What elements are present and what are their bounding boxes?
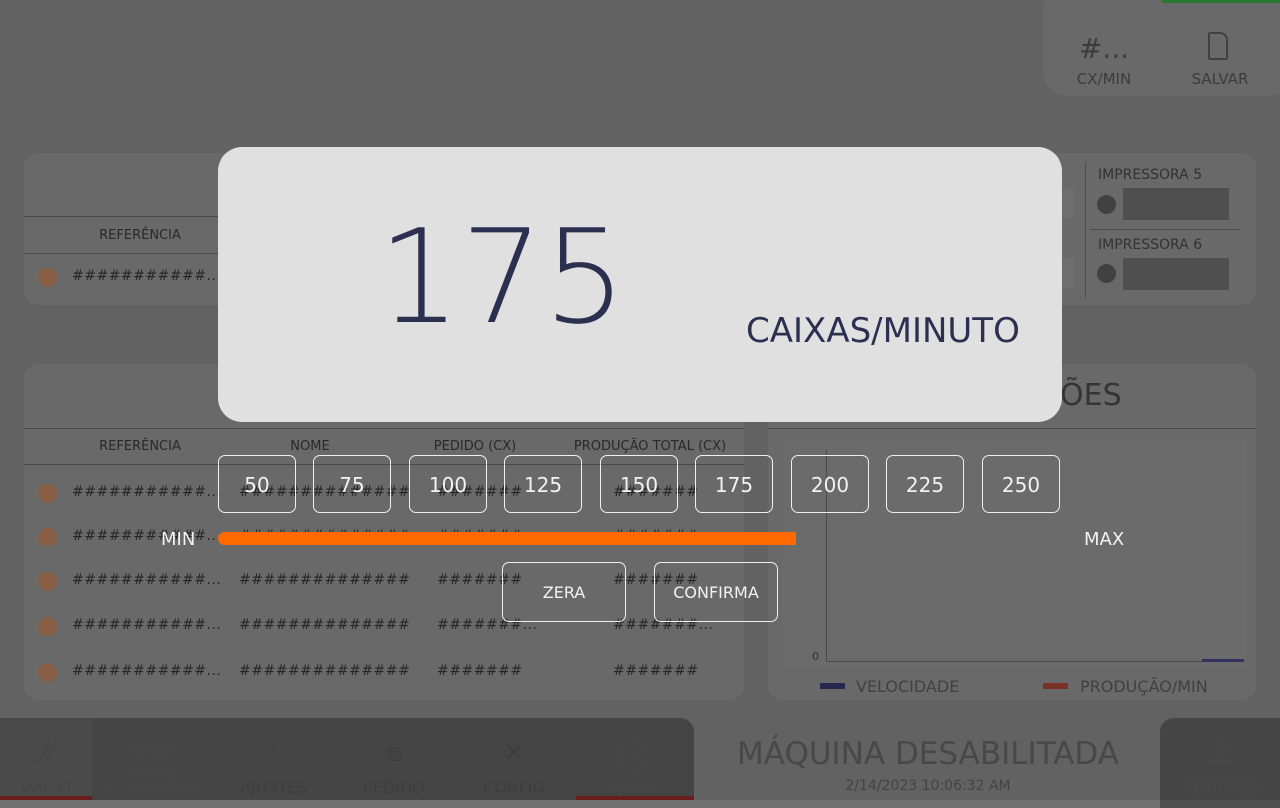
speed-slider-fill: [218, 532, 796, 545]
confirma-button[interactable]: CONFIRMA: [654, 562, 778, 622]
speed-value-display: 175: [378, 201, 627, 353]
speed-option-250[interactable]: 250: [982, 455, 1060, 513]
speed-option-50[interactable]: 50: [218, 455, 296, 513]
speed-option-75[interactable]: 75: [313, 455, 391, 513]
speed-option-200[interactable]: 200: [791, 455, 869, 513]
speed-option-225[interactable]: 225: [886, 455, 964, 513]
speed-slider-track[interactable]: [218, 532, 1062, 545]
speed-option-125[interactable]: 125: [504, 455, 582, 513]
speed-option-150[interactable]: 150: [600, 455, 678, 513]
slider-max-label: MAX: [1084, 529, 1125, 550]
zera-button[interactable]: ZERA: [502, 562, 626, 622]
slider-min-label: MIN: [161, 529, 196, 550]
speed-modal: 175 CAIXAS/MINUTO: [218, 147, 1062, 422]
speed-option-175[interactable]: 175: [695, 455, 773, 513]
speed-option-100[interactable]: 100: [409, 455, 487, 513]
speed-unit-label: CAIXAS/MINUTO: [746, 311, 1020, 351]
